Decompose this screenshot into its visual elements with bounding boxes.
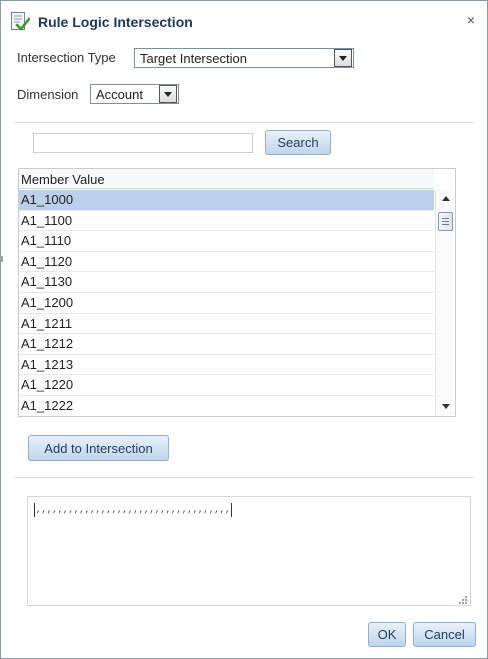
scroll-up-icon[interactable] — [442, 196, 450, 201]
chevron-down-icon[interactable] — [334, 49, 352, 67]
table-row[interactable]: A1_1110 — [19, 231, 434, 252]
search-input[interactable] — [33, 133, 253, 153]
intersection-expression-text: ,,,,,,,,,,,,,,,,,,,,,,,,,,,,,,,,,,,, — [34, 503, 233, 517]
ok-button[interactable]: OK — [368, 622, 406, 647]
resize-grip-icon[interactable] — [458, 593, 468, 604]
cancel-button[interactable]: Cancel — [413, 622, 476, 647]
close-icon[interactable]: × — [461, 11, 481, 29]
search-button[interactable]: Search — [265, 130, 331, 155]
dialog-title: Rule Logic Intersection — [38, 14, 193, 30]
rule-logic-intersection-dialog: Rule Logic Intersection × Intersection T… — [0, 0, 488, 659]
scroll-down-icon[interactable] — [442, 404, 450, 409]
add-to-intersection-button[interactable]: Add to Intersection — [28, 435, 169, 461]
table-row[interactable]: A1_1220 — [19, 375, 434, 396]
rule-checklist-icon — [10, 11, 31, 33]
table-row[interactable]: A1_1100 — [19, 211, 434, 232]
left-edge-marker — [0, 256, 3, 262]
table-row[interactable]: A1_1213 — [19, 355, 434, 376]
dimension-label: Dimension — [17, 87, 79, 102]
vertical-scrollbar[interactable] — [435, 190, 455, 415]
divider — [15, 122, 473, 123]
divider — [15, 477, 473, 478]
table-row[interactable]: A1_1211 — [19, 314, 434, 335]
table-row[interactable]: A1_1200 — [19, 293, 434, 314]
scrollbar-thumb[interactable] — [438, 212, 453, 231]
member-rows: A1_1000 A1_1100 A1_1110 A1_1120 A1_1130 A1_12… — [19, 190, 434, 416]
intersection-expression-textarea[interactable]: ,,,,,,,,,,,,,,,,,,,,,,,,,,,,,,,,,,,, — [27, 496, 471, 606]
column-header-member-value: Member Value — [19, 169, 434, 189]
table-row[interactable]: A1_1130 — [19, 272, 434, 293]
member-value-table: Member Value A1_1000 A1_1100 A1_1110 A1_112… — [18, 168, 456, 417]
table-row[interactable]: A1_1120 — [19, 252, 434, 273]
intersection-type-label: Intersection Type — [17, 50, 116, 65]
chevron-down-icon[interactable] — [159, 85, 177, 103]
dimension-select[interactable]: Account — [90, 84, 179, 104]
intersection-type-select[interactable]: Target Intersection — [134, 48, 354, 68]
table-row[interactable]: A1_1212 — [19, 334, 434, 355]
dimension-value: Account — [96, 86, 143, 102]
table-row[interactable]: A1_1222 — [19, 396, 434, 416]
table-row[interactable]: A1_1000 — [19, 190, 434, 211]
intersection-type-value: Target Intersection — [140, 50, 247, 66]
